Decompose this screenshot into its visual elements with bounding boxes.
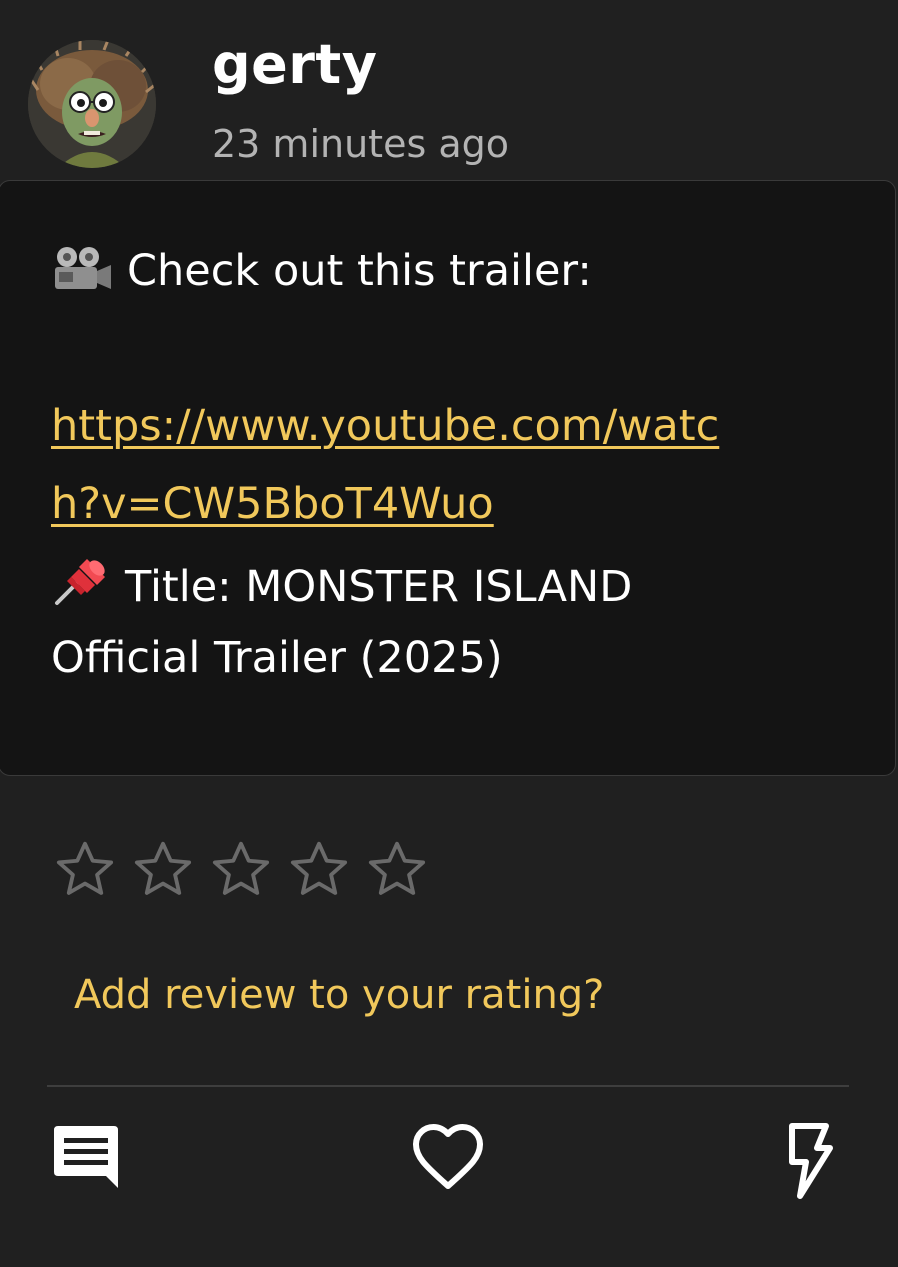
star-1-icon[interactable] <box>52 836 118 902</box>
like-button[interactable] <box>412 1122 484 1196</box>
avatar-image <box>28 40 156 168</box>
star-3-icon[interactable] <box>208 836 274 902</box>
add-review-link[interactable]: Add review to your rating? <box>74 972 604 1018</box>
post-intro-text: Check out this trailer: <box>127 246 592 296</box>
movie-camera-icon <box>51 245 113 304</box>
post-link-continued[interactable]: h?v=CW5BboT4Wuo <box>51 479 494 531</box>
post-link-line-2[interactable]: h?v=CW5BboT4Wuo <box>51 479 494 529</box>
post-title-line: Title: MONSTER ISLAND <box>51 555 632 620</box>
avatar[interactable] <box>28 40 156 168</box>
comment-button[interactable] <box>52 1122 120 1196</box>
post-title-text-1: Title: MONSTER ISLAND <box>125 562 633 612</box>
star-4-icon[interactable] <box>286 836 352 902</box>
post-title-text-2: Official Trailer (2025) <box>51 633 503 683</box>
lightning-bolt-icon <box>789 1123 833 1199</box>
post-intro-line: Check out this trailer: <box>51 245 592 304</box>
post-link-line-1[interactable]: https://www.youtube.com/watc <box>51 401 719 451</box>
post-content-card: Check out this trailer: https://www.yout… <box>0 180 896 776</box>
username[interactable]: gerty <box>212 38 377 92</box>
star-rating[interactable] <box>52 836 430 902</box>
post-view: gerty 23 minutes ago Check out this trai… <box>0 0 898 1267</box>
post-link[interactable]: https://www.youtube.com/watc <box>51 401 719 453</box>
divider <box>47 1085 849 1087</box>
heart-icon <box>413 1124 483 1189</box>
star-2-icon[interactable] <box>130 836 196 902</box>
star-5-icon[interactable] <box>364 836 430 902</box>
boost-button[interactable] <box>786 1122 834 1204</box>
post-timestamp: 23 minutes ago <box>212 122 509 166</box>
pushpin-icon <box>51 555 111 620</box>
comment-icon <box>54 1126 118 1188</box>
